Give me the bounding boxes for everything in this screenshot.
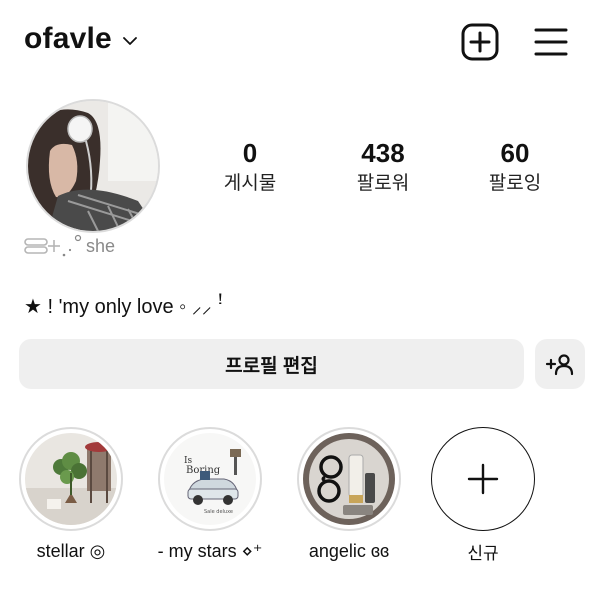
new-highlight-label: 신규 <box>467 544 499 563</box>
highlight-ring <box>19 427 123 531</box>
discover-people-button[interactable] <box>535 339 585 389</box>
stat-posts[interactable]: 0 게시물 <box>195 138 305 198</box>
plus-icon <box>467 463 499 495</box>
add-person-icon <box>545 354 574 376</box>
followers-count: 438 <box>361 138 405 168</box>
highlight-cover <box>303 433 395 525</box>
posts-label: 게시물 <box>223 173 277 194</box>
highlight-label: angelic ɞɞ <box>308 541 390 561</box>
avatar-photo <box>28 101 158 231</box>
highlight-ring: Is Boring Sale deluxe <box>158 427 262 531</box>
highlight-item[interactable]: angelic ɞɞ <box>294 427 404 562</box>
profile-avatar[interactable] <box>26 99 160 233</box>
highlight-ring <box>297 427 401 531</box>
menu-button[interactable] <box>531 22 571 62</box>
username: ofavle <box>24 22 112 55</box>
pronoun-row: she <box>24 234 115 258</box>
profile-bio: ★ ! 'my only love ◦ ⸝⸝ ꜝ <box>24 296 223 318</box>
pronoun-text: she <box>86 235 116 256</box>
stat-followers[interactable]: 438 팔로워 <box>328 138 438 198</box>
edit-profile-button[interactable]: 프로필 편집 <box>19 339 524 389</box>
hamburger-menu-icon <box>534 28 568 56</box>
highlight-label: - my stars ⋄⁺ <box>157 541 263 561</box>
new-highlight-ring <box>431 427 535 531</box>
following-count: 60 <box>500 138 530 168</box>
stat-following[interactable]: 60 팔로잉 <box>460 138 570 198</box>
decorative-glyph-icon <box>24 234 82 257</box>
highlight-cover <box>25 433 117 525</box>
account-switcher[interactable]: ofavle <box>24 22 138 56</box>
highlight-cover: Is Boring Sale deluxe <box>164 433 256 525</box>
create-button[interactable] <box>460 22 500 62</box>
highlight-label: stellar ◎ <box>36 541 106 561</box>
posts-count: 0 <box>242 138 258 168</box>
new-highlight-button[interactable]: 신규 <box>428 427 538 564</box>
highlight-item[interactable]: Is Boring Sale deluxe - my stars ⋄⁺ <box>155 427 265 562</box>
followers-label: 팔로워 <box>356 173 410 194</box>
svg-text:Sale deluxe: Sale deluxe <box>204 509 233 515</box>
following-label: 팔로잉 <box>488 173 542 194</box>
profile-page: ofavle 0 게시물 438 팔로워 60 팔로잉 she ★ ! 'my … <box>0 0 604 604</box>
profile-header: ofavle <box>0 0 604 84</box>
plus-square-icon <box>461 23 499 61</box>
chevron-down-icon <box>123 37 137 45</box>
highlight-item[interactable]: stellar ◎ <box>16 427 126 562</box>
